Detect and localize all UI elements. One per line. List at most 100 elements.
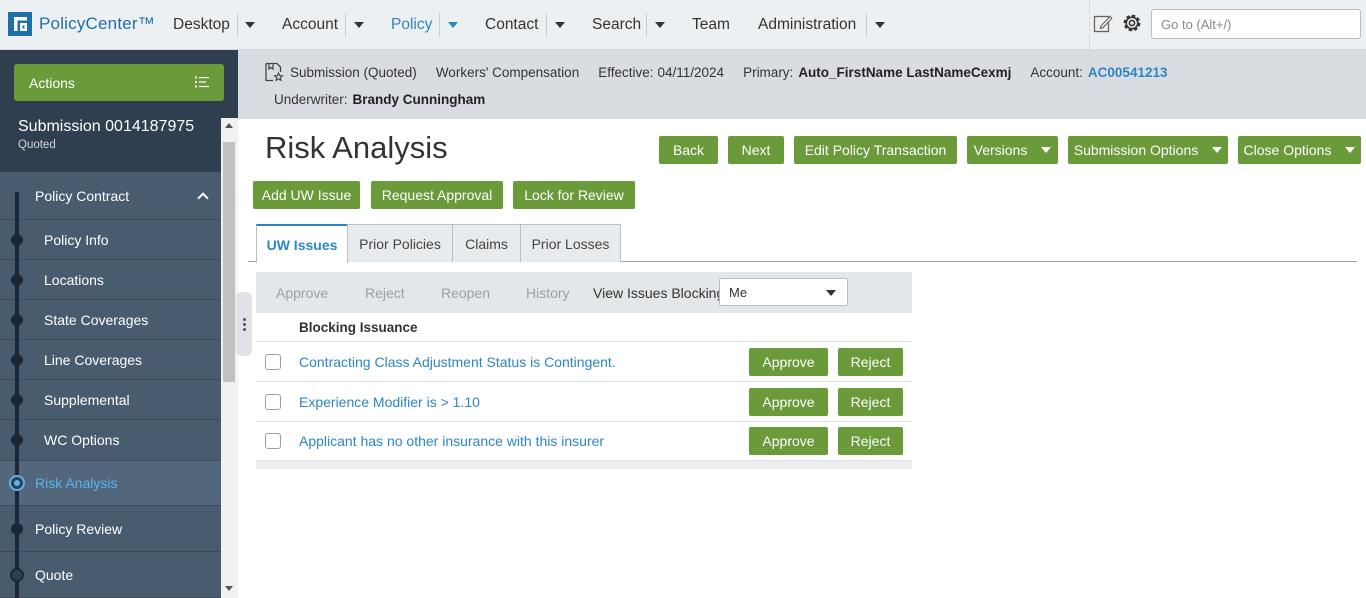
tab-uw-issues[interactable]: UW Issues [256,224,348,263]
edit-note-icon[interactable] [1093,13,1113,33]
nav-contact-menu[interactable] [552,0,568,50]
underwriter-label: Underwriter: [274,92,348,107]
chevron-down-icon [448,22,458,28]
sidebar-item-label: Quote [35,566,74,583]
back-button[interactable]: Back [659,136,718,164]
primary-label: Primary: [743,64,794,80]
nav-separator [439,13,440,37]
nav-team[interactable]: Team [692,0,730,50]
policycenter-logo-icon [8,12,32,36]
sidebar-item-quote[interactable]: Quote [0,552,221,598]
gear-icon[interactable] [1121,12,1143,34]
add-uw-issue-button[interactable]: Add UW Issue [253,181,360,209]
app-logo[interactable]: PolicyCenter™ [8,12,155,36]
issue-link[interactable]: Applicant has no other insurance with th… [299,433,604,449]
step-dot [11,234,23,246]
nav-account[interactable]: Account [282,0,338,50]
sidebar-item-state-coverages[interactable]: State Coverages [0,300,221,340]
sidebar-item-supplemental[interactable]: Supplemental [0,380,221,420]
chevron-down-icon [655,22,665,28]
issue-link[interactable]: Contracting Class Adjustment Status is C… [299,354,616,370]
sidebar-item-line-coverages[interactable]: Line Coverages [0,340,221,380]
approve-button[interactable]: Approve [749,348,828,376]
reject-button[interactable]: Reject [838,348,903,376]
nav-policy-menu[interactable] [445,0,461,50]
step-dot [11,274,23,286]
versions-label: Versions [973,142,1028,158]
lock-for-review-button[interactable]: Lock for Review [513,181,635,209]
sidebar-item-label: State Coverages [44,311,149,328]
close-options-button[interactable]: Close Options [1238,136,1361,164]
approve-button[interactable]: Approve [749,388,828,416]
toolbar-reject-button[interactable]: Reject [365,285,405,301]
nav-separator [646,13,647,37]
scroll-up-icon[interactable] [225,123,233,128]
goto-input[interactable] [1151,9,1361,39]
nav-separator [866,13,867,37]
list-menu-icon [195,76,209,88]
reject-button[interactable]: Reject [838,388,903,416]
scroll-down-icon[interactable] [225,586,233,591]
policy-info-bar: Submission (Quoted) Workers' Compensatio… [238,50,1366,119]
account-link[interactable]: AC00541213 [1088,65,1168,80]
sidebar: Actions Submission 0014187975 Quoted Pol… [0,50,238,598]
close-options-label: Close Options [1243,142,1332,158]
toolbar-approve-button[interactable]: Approve [276,285,328,301]
issue-link[interactable]: Experience Modifier is > 1.10 [299,394,480,410]
step-dot [11,434,23,446]
versions-button[interactable]: Versions [967,136,1058,164]
nav-contact[interactable]: Contact [485,0,538,50]
toolbar-reopen-button[interactable]: Reopen [441,285,490,301]
sidebar-item-policy-review[interactable]: Policy Review [0,506,221,552]
actions-button[interactable]: Actions [14,64,224,101]
line-of-business: Workers' Compensation [435,64,580,80]
nav-administration[interactable]: Administration [758,0,856,50]
view-issues-blocking-select[interactable]: Me [719,278,848,306]
submission-document-icon [265,62,284,82]
tab-prior-policies[interactable]: Prior Policies [347,224,453,262]
approve-button[interactable]: Approve [749,427,828,455]
sidebar-item-label: Supplemental [44,391,130,408]
sidebar-item-label: Line Coverages [44,351,143,368]
nav-separator [546,13,547,37]
sidebar-collapse-handle[interactable] [236,292,252,356]
nav-policy[interactable]: Policy [391,0,432,50]
next-button[interactable]: Next [728,136,784,164]
table-header: Blocking Issuance [256,313,912,342]
sidebar-item-policy-info[interactable]: Policy Info [0,220,221,260]
submission-status-text: Submission (Quoted) [290,64,417,80]
tab-prior-losses[interactable]: Prior Losses [520,224,621,262]
sidebar-item-label: Locations [44,271,104,288]
edit-policy-transaction-button[interactable]: Edit Policy Transaction [794,136,957,164]
nav-administration-menu[interactable] [872,0,888,50]
sidebar-scroll-thumb[interactable] [223,142,235,382]
sidebar-item-risk-analysis[interactable]: Risk Analysis [0,461,221,506]
chevron-down-icon [1345,147,1356,153]
nav-desktop[interactable]: Desktop [173,0,230,50]
underwriter-value: Brandy Cunningham [352,92,486,107]
actions-label: Actions [29,74,75,91]
sidebar-item-wc-options[interactable]: WC Options [0,420,221,461]
chevron-up-icon [197,192,209,204]
sidebar-item-policy-contract[interactable]: Policy Contract [0,172,221,220]
chevron-down-icon [826,290,836,296]
row-checkbox[interactable] [265,433,281,449]
request-approval-button[interactable]: Request Approval [371,181,503,209]
sidebar-item-locations[interactable]: Locations [0,260,221,300]
nav-search-menu[interactable] [652,0,668,50]
row-checkbox[interactable] [265,394,281,410]
table-row: Contracting Class Adjustment Status is C… [256,342,912,382]
nav-account-menu[interactable] [351,0,367,50]
effective-value: 04/11/2024 [657,64,725,80]
current-step-icon [9,475,25,491]
row-checkbox[interactable] [265,354,281,370]
step-dot [10,568,24,582]
submission-options-button[interactable]: Submission Options [1068,136,1228,164]
nav-search[interactable]: Search [592,0,641,50]
toolbar-history-button[interactable]: History [526,285,570,301]
chevron-down-icon [1041,147,1052,153]
chevron-down-icon [1212,147,1223,153]
reject-button[interactable]: Reject [838,427,903,455]
tab-claims[interactable]: Claims [452,224,521,262]
nav-desktop-menu[interactable] [242,0,258,50]
